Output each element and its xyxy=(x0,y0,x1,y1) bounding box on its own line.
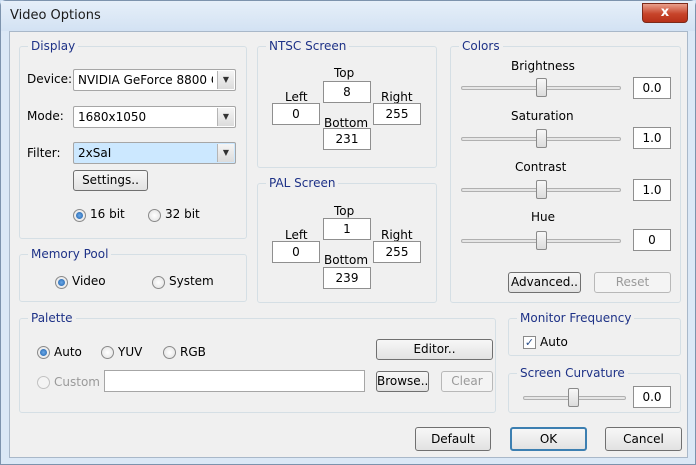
monitor-auto-label: Auto xyxy=(540,335,568,349)
title-bar[interactable]: Video Options x xyxy=(1,1,695,31)
saturation-label: Saturation xyxy=(511,109,574,123)
brightness-slider-thumb[interactable] xyxy=(536,78,547,97)
device-select-value: NVIDIA GeForce 8800 GT xyxy=(78,73,213,87)
display-group-label: Display xyxy=(28,39,79,53)
filter-select-value: 2xSaI xyxy=(78,146,112,160)
memory-system-label: System xyxy=(169,274,214,288)
curvature-value[interactable]: 0.0 xyxy=(633,386,671,408)
close-icon: x xyxy=(660,5,670,20)
settings-button[interactable]: Settings.. xyxy=(73,170,148,191)
screen-curvature-group: Screen Curvature 0.0 xyxy=(508,366,681,413)
palette-rgb-radio[interactable] xyxy=(163,346,176,359)
advanced-button[interactable]: Advanced.. xyxy=(508,272,581,293)
ntsc-group: NTSC Screen Top 8 Left 0 Right 255 Botto… xyxy=(257,39,437,168)
bit16-radio[interactable] xyxy=(73,209,86,222)
palette-custom-label: Custom xyxy=(54,375,100,389)
pal-left-field[interactable]: 0 xyxy=(272,241,320,263)
palette-custom-radio[interactable] xyxy=(37,376,50,389)
palette-rgb-label: RGB xyxy=(180,345,206,359)
custom-palette-path-input[interactable] xyxy=(104,370,365,392)
ntsc-right-field[interactable]: 255 xyxy=(373,103,421,125)
chevron-down-icon[interactable]: ▼ xyxy=(217,144,234,162)
dialog-window: Video Options x Display Device: NVIDIA G… xyxy=(0,0,696,465)
chevron-down-icon[interactable]: ▼ xyxy=(217,71,234,89)
default-button[interactable]: Default xyxy=(415,427,491,451)
ntsc-left-field[interactable]: 0 xyxy=(272,103,320,125)
pal-top-label: Top xyxy=(334,204,355,218)
mode-select-value: 1680x1050 xyxy=(78,110,147,124)
palette-group: Palette Auto YUV RGB Editor.. Custom Bro… xyxy=(19,311,496,413)
screen-curvature-group-label: Screen Curvature xyxy=(517,366,628,380)
dialog-client: Display Device: NVIDIA GeForce 8800 GT ▼… xyxy=(9,31,688,458)
chevron-down-icon[interactable]: ▼ xyxy=(217,108,234,126)
memory-system-radio[interactable] xyxy=(152,276,165,289)
hue-slider-thumb[interactable] xyxy=(536,231,547,250)
palette-yuv-radio[interactable] xyxy=(101,346,114,359)
curvature-slider-thumb[interactable] xyxy=(568,388,579,407)
ntsc-top-field[interactable]: 8 xyxy=(323,81,371,103)
ntsc-left-label: Left xyxy=(285,90,308,104)
pal-left-label: Left xyxy=(285,228,308,242)
ntsc-top-label: Top xyxy=(334,66,355,80)
colors-group-label: Colors xyxy=(459,39,503,53)
bit16-label: 16 bit xyxy=(90,207,125,221)
brightness-label: Brightness xyxy=(511,59,575,73)
editor-button[interactable]: Editor.. xyxy=(376,339,493,360)
pal-right-label: Right xyxy=(381,228,413,242)
pal-right-field[interactable]: 255 xyxy=(373,241,421,263)
reset-button[interactable]: Reset xyxy=(594,272,671,293)
pal-bottom-field[interactable]: 239 xyxy=(323,267,371,289)
colors-group: Colors Brightness 0.0 Saturation 1.0 Con… xyxy=(450,39,681,303)
ntsc-group-label: NTSC Screen xyxy=(266,39,350,53)
pal-bottom-label: Bottom xyxy=(324,253,369,267)
pal-group: PAL Screen Top 1 Left 0 Right 255 Bottom… xyxy=(257,176,437,303)
ntsc-bottom-field[interactable]: 231 xyxy=(323,128,371,150)
device-label: Device: xyxy=(27,72,73,86)
ok-button[interactable]: OK xyxy=(510,427,587,451)
hue-label: Hue xyxy=(531,210,556,224)
memory-video-radio[interactable] xyxy=(55,276,68,289)
filter-select[interactable]: 2xSaI ▼ xyxy=(73,142,236,164)
brightness-value[interactable]: 0.0 xyxy=(633,77,671,99)
monitor-frequency-group-label: Monitor Frequency xyxy=(517,311,635,325)
browse-button[interactable]: Browse.. xyxy=(376,371,429,392)
pal-top-field[interactable]: 1 xyxy=(323,218,371,240)
device-select[interactable]: NVIDIA GeForce 8800 GT ▼ xyxy=(73,69,236,91)
bit32-radio[interactable] xyxy=(148,209,161,222)
saturation-value[interactable]: 1.0 xyxy=(633,127,671,149)
monitor-frequency-group: Monitor Frequency ✓ Auto xyxy=(508,311,681,356)
bit32-label: 32 bit xyxy=(165,207,200,221)
palette-auto-radio[interactable] xyxy=(37,346,50,359)
memory-pool-group: Memory Pool Video System xyxy=(19,247,247,302)
palette-auto-label: Auto xyxy=(54,345,82,359)
memory-video-label: Video xyxy=(72,274,106,288)
mode-label: Mode: xyxy=(27,109,64,123)
pal-group-label: PAL Screen xyxy=(266,176,339,190)
hue-value[interactable]: 0 xyxy=(633,229,671,251)
ntsc-right-label: Right xyxy=(381,90,413,104)
memory-pool-group-label: Memory Pool xyxy=(28,247,112,261)
cancel-button[interactable]: Cancel xyxy=(605,427,682,451)
contrast-label: Contrast xyxy=(515,160,567,174)
palette-group-label: Palette xyxy=(28,311,76,325)
close-button[interactable]: x xyxy=(642,3,688,23)
monitor-auto-checkbox[interactable]: ✓ xyxy=(523,336,536,349)
window-title: Video Options xyxy=(10,8,101,23)
contrast-value[interactable]: 1.0 xyxy=(633,179,671,201)
palette-yuv-label: YUV xyxy=(118,345,143,359)
mode-select[interactable]: 1680x1050 ▼ xyxy=(73,106,236,128)
clear-button[interactable]: Clear xyxy=(441,371,493,392)
display-group: Display Device: NVIDIA GeForce 8800 GT ▼… xyxy=(19,39,247,239)
filter-label: Filter: xyxy=(27,146,61,160)
contrast-slider-thumb[interactable] xyxy=(536,180,547,199)
saturation-slider-thumb[interactable] xyxy=(536,129,547,148)
